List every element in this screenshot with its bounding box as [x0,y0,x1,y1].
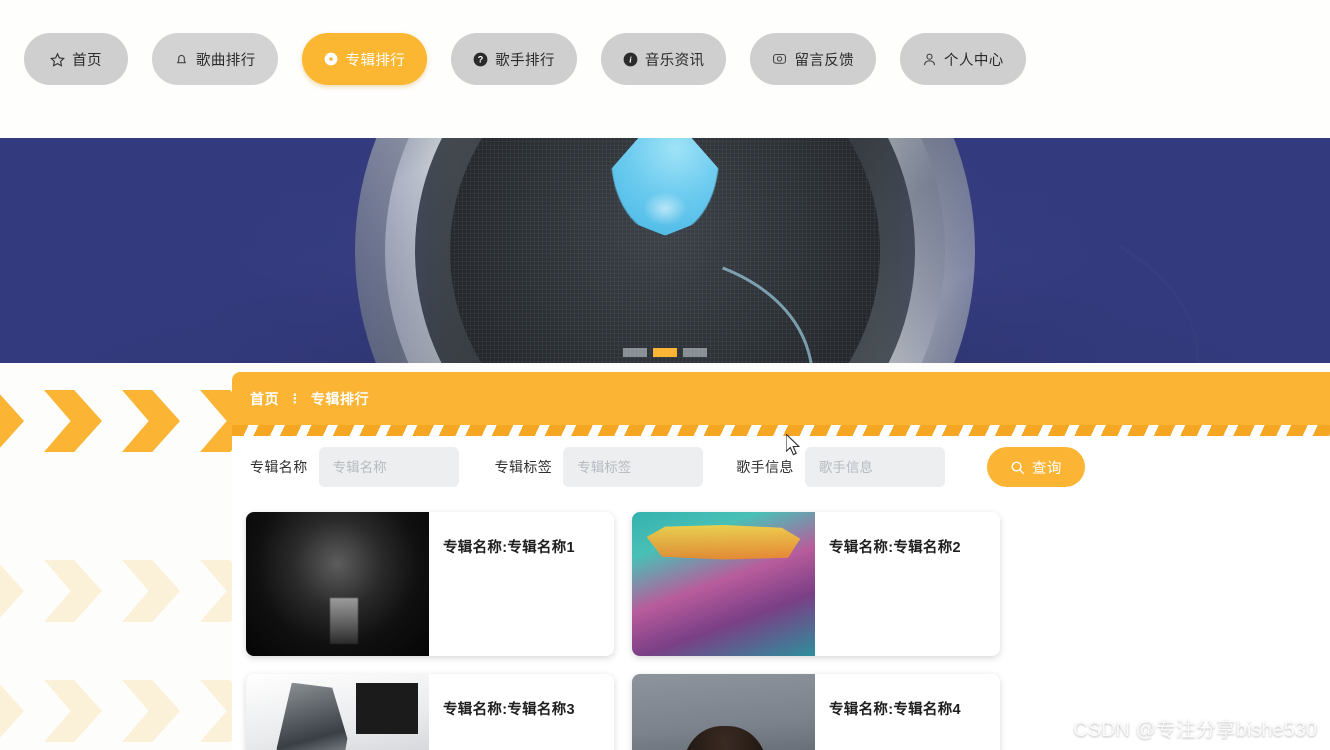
breadcrumb-home[interactable]: 首页 [250,389,279,409]
chevron-icon [0,390,24,452]
carousel-dot[interactable] [623,348,647,357]
nav-item-feedback[interactable]: 留言反馈 [750,33,877,85]
info-icon: i [623,52,638,67]
album-card[interactable]: 专辑名称:专辑名称1 [246,512,614,656]
album-title: 专辑名称:专辑名称4 [829,702,961,718]
chevron-icon [0,680,24,742]
search-form: 专辑名称 专辑标签 歌手信息 查询 [250,447,1085,487]
album-name-label: 专辑名称 [250,459,308,475]
question-icon: ? [473,52,488,67]
singer-info-label: 歌手信息 [736,459,794,475]
search-button-label: 查询 [1031,460,1062,477]
album-title: 专辑名称:专辑名称2 [829,540,961,556]
breadcrumb-bar: 首页 ⋮ 专辑排行 [232,372,1330,425]
nav-item-music-news[interactable]: i 音乐资讯 [600,33,727,85]
carousel-vignette [0,138,1330,363]
breadcrumb: 首页 ⋮ 专辑排行 [250,389,369,409]
page-root: 首页 歌曲排行 专辑排行 ? 歌手排行 i 音乐资讯 留言反馈 个人中心 首页 … [0,0,1330,750]
chevron-decoration [0,368,258,750]
album-name-input[interactable] [318,447,459,487]
field-group-album-name: 专辑名称 [250,447,459,487]
zigzag-divider [232,425,1330,436]
star-icon [50,52,66,67]
album-cover-image [632,674,815,750]
search-button[interactable]: 查询 [986,447,1085,487]
nav-item-label: 首页 [72,52,102,69]
album-cover-image [632,512,815,656]
album-title: 专辑名称:专辑名称1 [443,540,575,556]
singer-info-input[interactable] [804,447,945,487]
field-group-singer-info: 歌手信息 [736,447,945,487]
chevron-icon [44,680,102,742]
user-icon [922,52,937,67]
nav-item-user-center[interactable]: 个人中心 [900,33,1026,85]
album-card[interactable]: 专辑名称:专辑名称2 [632,512,1000,656]
carousel-indicators[interactable] [623,348,707,357]
chevron-icon [44,560,102,622]
search-icon [1010,460,1025,475]
album-tag-input[interactable] [563,447,704,487]
nav-item-home[interactable]: 首页 [24,33,128,85]
nav-item-label: 个人中心 [944,52,1004,69]
chevron-icon [122,390,180,452]
carousel-dot-active[interactable] [653,348,677,357]
album-cover-image [246,512,429,656]
chevron-icon [0,560,24,622]
album-card[interactable]: 专辑名称:专辑名称4 [632,674,1000,750]
hero-carousel[interactable] [0,138,1330,363]
nav-item-album-ranking[interactable]: 专辑排行 [301,33,428,85]
album-title: 专辑名称:专辑名称3 [443,702,575,718]
main-navigation: 首页 歌曲排行 专辑排行 ? 歌手排行 i 音乐资讯 留言反馈 个人中心 [0,0,1330,136]
nav-item-label: 音乐资讯 [644,52,705,69]
album-card-body: 专辑名称:专辑名称3 [429,674,614,750]
comment-icon [772,52,787,67]
breadcrumb-current: 专辑排行 [310,390,370,407]
album-card-body: 专辑名称:专辑名称4 [815,674,1000,750]
album-card-body: 专辑名称:专辑名称1 [429,512,614,656]
chevron-icon [44,390,102,452]
nav-item-label: 歌曲排行 [196,52,256,69]
bell-icon [174,52,189,67]
nav-item-singer-ranking[interactable]: ? 歌手排行 [451,33,577,85]
nav-item-song-ranking[interactable]: 歌曲排行 [152,33,278,85]
disc-icon [324,52,339,67]
album-cover-image [246,674,429,750]
nav-item-label: 专辑排行 [345,52,406,69]
album-card[interactable]: 专辑名称:专辑名称3 [246,674,614,750]
album-card-body: 专辑名称:专辑名称2 [815,512,1000,656]
svg-text:?: ? [478,54,484,64]
nav-item-label: 留言反馈 [794,52,855,69]
album-tag-label: 专辑标签 [494,459,553,475]
nav-item-label: 歌手排行 [495,52,555,69]
field-group-album-tag: 专辑标签 [495,447,704,487]
chevron-icon [122,680,180,742]
carousel-dot[interactable] [683,348,707,357]
album-card-grid: 专辑名称:专辑名称1 专辑名称:专辑名称2 专辑名称:专辑名称3 专辑名称:专辑… [246,512,1330,750]
breadcrumb-separator-icon: ⋮ [288,390,302,406]
chevron-icon [122,560,180,622]
